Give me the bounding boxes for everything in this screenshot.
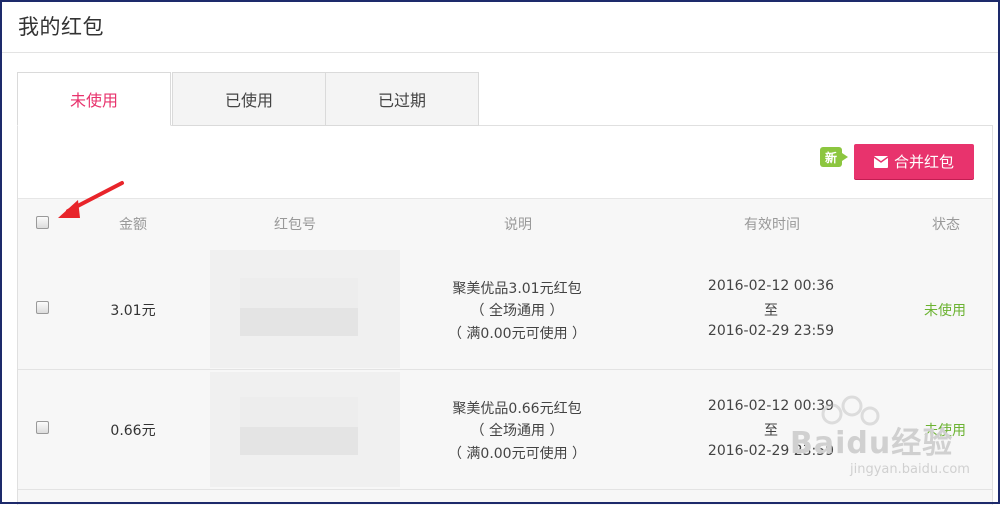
- row-checkbox[interactable]: [36, 301, 49, 314]
- annotation-arrow-icon: [58, 181, 124, 218]
- row-amount: 0.66元: [110, 423, 156, 439]
- row-divider: [18, 369, 992, 370]
- row-status: 未使用: [924, 303, 966, 319]
- row-time-to: 至: [764, 423, 778, 439]
- row-amount: 3.01元: [110, 303, 156, 319]
- watermark-url: jingyan.baidu.com: [850, 462, 970, 477]
- header-valid-time: 有效时间: [744, 217, 800, 233]
- tab-unused[interactable]: 未使用: [17, 72, 171, 126]
- row-checkbox[interactable]: [36, 421, 49, 434]
- envelope-icon: [873, 155, 888, 168]
- select-all-checkbox[interactable]: [36, 216, 49, 229]
- row-desc-title: 聚美优品3.01元红包: [452, 281, 582, 297]
- merge-red-packet-button[interactable]: 合并红包: [854, 144, 974, 179]
- row-time-to: 至: [764, 303, 778, 319]
- header-description: 说明: [504, 217, 532, 233]
- row-desc-scope: （ 全场通用 ）: [470, 303, 564, 319]
- row-time-start: 2016-02-12 00:39: [707, 398, 835, 414]
- page-title: 我的红包: [18, 15, 104, 39]
- page-header: 我的红包: [2, 2, 998, 53]
- new-badge: 新: [820, 147, 848, 167]
- row-time-start: 2016-02-12 00:36: [707, 278, 835, 294]
- row-desc-condition: （ 满0.00元可使用 ）: [447, 446, 587, 462]
- row-desc-scope: （ 全场通用 ）: [470, 423, 564, 439]
- watermark-text: Baidu经验: [790, 426, 954, 461]
- tab-expired[interactable]: 已过期: [325, 72, 479, 126]
- row-time-end: 2016-02-29 23:59: [707, 323, 835, 339]
- merge-button-label: 合并红包: [893, 153, 954, 171]
- row-desc-condition: （ 满0.00元可使用 ）: [447, 326, 587, 342]
- header-status: 状态: [932, 217, 960, 233]
- row-divider: [18, 489, 992, 490]
- header-code: 红包号: [274, 217, 316, 233]
- row-desc-title: 聚美优品0.66元红包: [452, 401, 582, 417]
- tab-used[interactable]: 已使用: [172, 72, 326, 126]
